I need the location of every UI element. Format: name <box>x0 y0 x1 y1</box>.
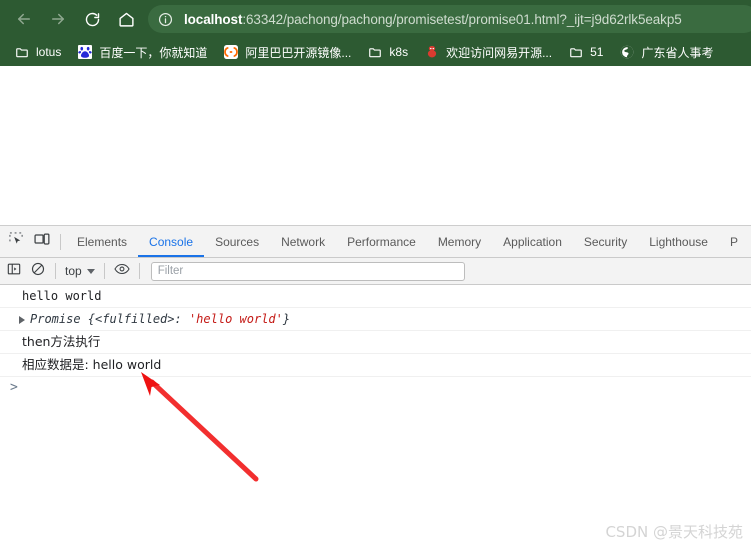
netease-favicon <box>424 44 440 60</box>
tab-elements[interactable]: Elements <box>66 227 138 257</box>
inspect-element-icon <box>8 231 24 252</box>
bookmark-label: 广东省人事考 <box>641 45 714 60</box>
bookmark-label: k8s <box>389 45 409 59</box>
forward-button[interactable] <box>44 5 72 33</box>
console-toolbar-divider-2 <box>103 263 105 279</box>
expand-triangle-icon[interactable] <box>19 316 25 324</box>
object-suffix: } <box>282 312 291 326</box>
console-sidebar-icon <box>7 262 21 281</box>
live-expression-button[interactable] <box>110 259 134 283</box>
prompt-chevron-icon: > <box>10 380 18 395</box>
address-bar[interactable]: localhost:63342/pachong/pachong/promiset… <box>148 5 751 33</box>
console-sidebar-button[interactable] <box>2 259 26 283</box>
alibaba-favicon <box>223 44 239 60</box>
device-toolbar-button[interactable] <box>29 229 55 255</box>
bookmark-label: 欢迎访问网易开源... <box>446 45 553 60</box>
reload-icon <box>84 11 101 28</box>
console-output: hello world Promise {<fulfilled>: 'hello… <box>0 285 751 550</box>
console-message: 相应数据是: hello world <box>0 354 751 377</box>
address-bar-url: localhost:63342/pachong/pachong/promiset… <box>184 12 682 27</box>
bookmark-label: 51 <box>590 45 604 59</box>
bookmark-item-netease[interactable]: 欢迎访问网易开源... <box>418 41 558 63</box>
console-message-text: 相应数据是: hello world <box>22 357 162 372</box>
chevron-down-icon <box>86 268 95 274</box>
tab-lighthouse[interactable]: Lighthouse <box>638 227 719 257</box>
console-context-label: top <box>65 264 82 278</box>
baidu-favicon <box>77 44 93 60</box>
tab-application[interactable]: Application <box>492 227 573 257</box>
folder-icon <box>367 44 383 60</box>
globe-icon <box>619 44 635 60</box>
back-arrow-icon <box>15 10 33 28</box>
folder-icon <box>14 44 30 60</box>
forward-arrow-icon <box>49 10 67 28</box>
clear-console-button[interactable] <box>26 259 50 283</box>
browser-window: localhost:63342/pachong/pachong/promiset… <box>0 0 751 550</box>
console-message-object[interactable]: Promise {<fulfilled>: 'hello world'} <box>0 308 751 331</box>
browser-toolbar: localhost:63342/pachong/pachong/promiset… <box>0 0 751 38</box>
address-bar-host: localhost <box>184 11 243 27</box>
folder-icon <box>568 44 584 60</box>
bookmark-item-alibaba-mirror[interactable]: 阿里巴巴开源镜像... <box>217 41 357 63</box>
console-context-selector[interactable]: top <box>61 261 99 281</box>
console-message: hello world <box>0 285 751 308</box>
console-filter-input[interactable]: Filter <box>150 261 465 281</box>
console-toolbar-divider-3 <box>138 263 140 279</box>
console-message-text: hello world <box>22 289 102 303</box>
console-prompt[interactable]: > <box>0 377 751 399</box>
console-message-text: then方法执行 <box>22 334 101 349</box>
tab-security[interactable]: Security <box>573 227 638 257</box>
bookmarks-bar: lotus 百度一下，你就知道 阿里巴巴开源镜像... k8s 欢迎访问网易开源… <box>0 38 751 66</box>
devtools-tabbar: Elements Console Sources Network Perform… <box>0 226 751 258</box>
eye-icon <box>114 262 130 281</box>
bookmark-item-baidu[interactable]: 百度一下，你就知道 <box>71 41 213 63</box>
clear-console-icon <box>31 262 45 281</box>
bookmark-item-k8s[interactable]: k8s <box>361 41 414 63</box>
bookmark-label: 阿里巴巴开源镜像... <box>245 45 352 60</box>
console-toolbar-divider <box>55 263 56 279</box>
device-toolbar-icon <box>34 232 50 252</box>
bookmark-item-lotus[interactable]: lotus <box>8 41 67 63</box>
object-string-value: 'hello world' <box>188 312 283 326</box>
tab-network[interactable]: Network <box>270 227 336 257</box>
tab-performance-insights[interactable]: P <box>719 227 749 257</box>
bookmark-item-51[interactable]: 51 <box>562 41 609 63</box>
back-button[interactable] <box>10 5 38 33</box>
site-info-icon[interactable] <box>152 6 178 32</box>
devtools-panel: Elements Console Sources Network Perform… <box>0 225 751 550</box>
console-message: then方法执行 <box>0 331 751 354</box>
watermark: CSDN @景天科技苑 <box>605 523 743 541</box>
tab-sources[interactable]: Sources <box>204 227 270 257</box>
inspect-element-button[interactable] <box>3 229 29 255</box>
bookmark-item-guangdong[interactable]: 广东省人事考 <box>613 41 719 63</box>
bookmark-label: 百度一下，你就知道 <box>99 45 208 60</box>
bookmark-label: lotus <box>36 45 62 59</box>
home-icon <box>118 11 135 28</box>
address-bar-path: :63342/pachong/pachong/promisetest/promi… <box>242 11 682 27</box>
tab-memory[interactable]: Memory <box>427 227 492 257</box>
tab-performance[interactable]: Performance <box>336 227 427 257</box>
home-button[interactable] <box>112 5 140 33</box>
tab-console[interactable]: Console <box>138 227 204 257</box>
object-prefix: Promise {<fulfilled>: <box>30 312 189 326</box>
page-viewport <box>0 66 751 225</box>
console-toolbar: top Filter <box>0 258 751 285</box>
toolbar-divider <box>60 233 61 250</box>
reload-button[interactable] <box>78 5 106 33</box>
